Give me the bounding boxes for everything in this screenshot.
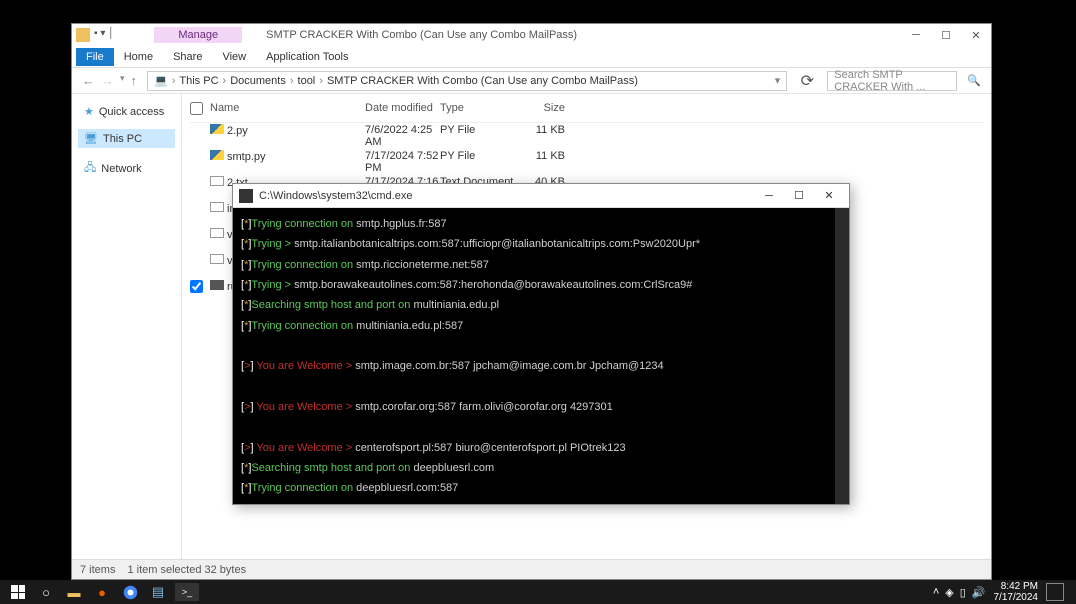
back-button[interactable]: ← [82,73,95,88]
cmd-scrollbar[interactable] [835,208,849,504]
file-icon [210,124,224,134]
file-icon [210,150,224,160]
quick-access-toolbar[interactable]: ▪ ▾ │ [94,28,114,42]
file-tab[interactable]: File [76,48,114,66]
file-row[interactable]: smtp.py 7/17/2024 7:52 PM PY File 11 KB [190,149,983,175]
address-bar: ← → ▾ ↑ 💻 › This PC › Documents › tool ›… [72,68,991,94]
file-icon [210,176,224,186]
breadcrumb[interactable]: 💻 › This PC › Documents › tool › SMTP CR… [147,71,787,91]
notepad-icon[interactable]: ▤ [144,580,172,604]
ribbon: File Home Share View Application Tools [72,46,991,68]
cmd-window: C:\Windows\system32\cmd.exe ─ ☐ ✕ [*]Try… [232,183,850,505]
close-button[interactable]: ✕ [961,24,991,46]
chrome-icon[interactable] [116,580,144,604]
file-icon [210,228,224,238]
status-bar: 7 items 1 item selected 32 bytes [72,559,991,579]
col-name[interactable]: Name [210,102,365,118]
cmd-title-text: C:\Windows\system32\cmd.exe [259,190,412,202]
sidebar-quick-access[interactable]: ★Quick access [78,102,175,121]
selected-info: 1 item selected 32 bytes [127,564,246,576]
apptools-tab[interactable]: Application Tools [256,48,358,66]
share-tab[interactable]: Share [163,48,212,66]
sidebar-this-pc[interactable]: 🖥This PC [78,129,175,148]
taskbar: ○ ▬ ● ▤ >_ ˄ ◈ ▯ 🔊 8:42 PM 7/17/2024 [0,580,1076,604]
cmd-maximize[interactable]: ☐ [785,186,813,206]
cmd-icon [239,189,253,203]
manage-tab[interactable]: Manage [154,27,242,43]
select-all-checkbox[interactable] [190,102,203,115]
forward-button[interactable]: → [101,73,114,88]
bc-pc[interactable]: This PC [179,75,218,87]
window-title: SMTP CRACKER With Combo (Can Use any Com… [242,27,601,43]
network-icon: 🖧 [84,159,96,178]
search-icon[interactable]: 🔍 [967,74,981,87]
titlebar: ▪ ▾ │ Manage SMTP CRACKER With Combo (Ca… [72,24,991,46]
col-type[interactable]: Type [440,102,515,118]
bc-tool[interactable]: tool [298,75,316,87]
tray-up-icon[interactable]: ˄ [933,586,939,599]
star-icon: ★ [84,105,94,118]
cmd-close[interactable]: ✕ [815,186,843,206]
tray-shield-icon[interactable]: ◈ [945,586,953,599]
up-button[interactable]: ↑ [131,73,138,88]
cmd-output[interactable]: [*]Trying connection on smtp.hgplus.fr:5… [233,208,849,504]
sidebar: ★Quick access 🖥This PC 🖧Network [72,94,182,574]
file-row[interactable]: 2.py 7/6/2022 4:25 AM PY File 11 KB [190,123,983,149]
tray-clock[interactable]: 8:42 PM 7/17/2024 [994,581,1039,603]
maximize-button[interactable]: ☐ [931,24,961,46]
file-icon [210,202,224,212]
cmd-titlebar[interactable]: C:\Windows\system32\cmd.exe ─ ☐ ✕ [233,184,849,208]
tray-volume-icon[interactable]: 🔊 [972,586,986,599]
recent-button[interactable]: ▾ [120,73,125,88]
notification-icon[interactable] [1046,583,1064,601]
cmd-minimize[interactable]: ─ [755,186,783,206]
refresh-button[interactable]: ⟳ [797,71,817,91]
file-icon [210,254,224,264]
col-date[interactable]: Date modified [365,102,440,118]
pc-icon: 💻 [154,74,168,87]
bc-docs[interactable]: Documents [230,75,286,87]
minimize-button[interactable]: ─ [901,24,931,46]
view-tab[interactable]: View [212,48,256,66]
start-button[interactable] [4,580,32,604]
column-headers[interactable]: Name Date modified Type Size [190,98,983,123]
tray-network-icon[interactable]: ▯ [960,586,966,599]
firefox-icon[interactable]: ● [88,580,116,604]
col-size[interactable]: Size [515,102,565,118]
folder-icon [76,28,90,42]
search-icon[interactable]: ○ [32,580,60,604]
search-input[interactable]: Search SMTP CRACKER With ... [827,71,957,91]
home-tab[interactable]: Home [114,48,163,66]
bc-folder[interactable]: SMTP CRACKER With Combo (Can Use any Com… [327,75,638,87]
sidebar-network[interactable]: 🖧Network [78,156,175,181]
pc-icon: 🖥 [84,132,98,145]
file-explorer-icon[interactable]: ▬ [60,580,88,604]
file-icon [210,280,224,290]
terminal-icon[interactable]: >_ [175,583,199,601]
item-count: 7 items [80,564,115,576]
